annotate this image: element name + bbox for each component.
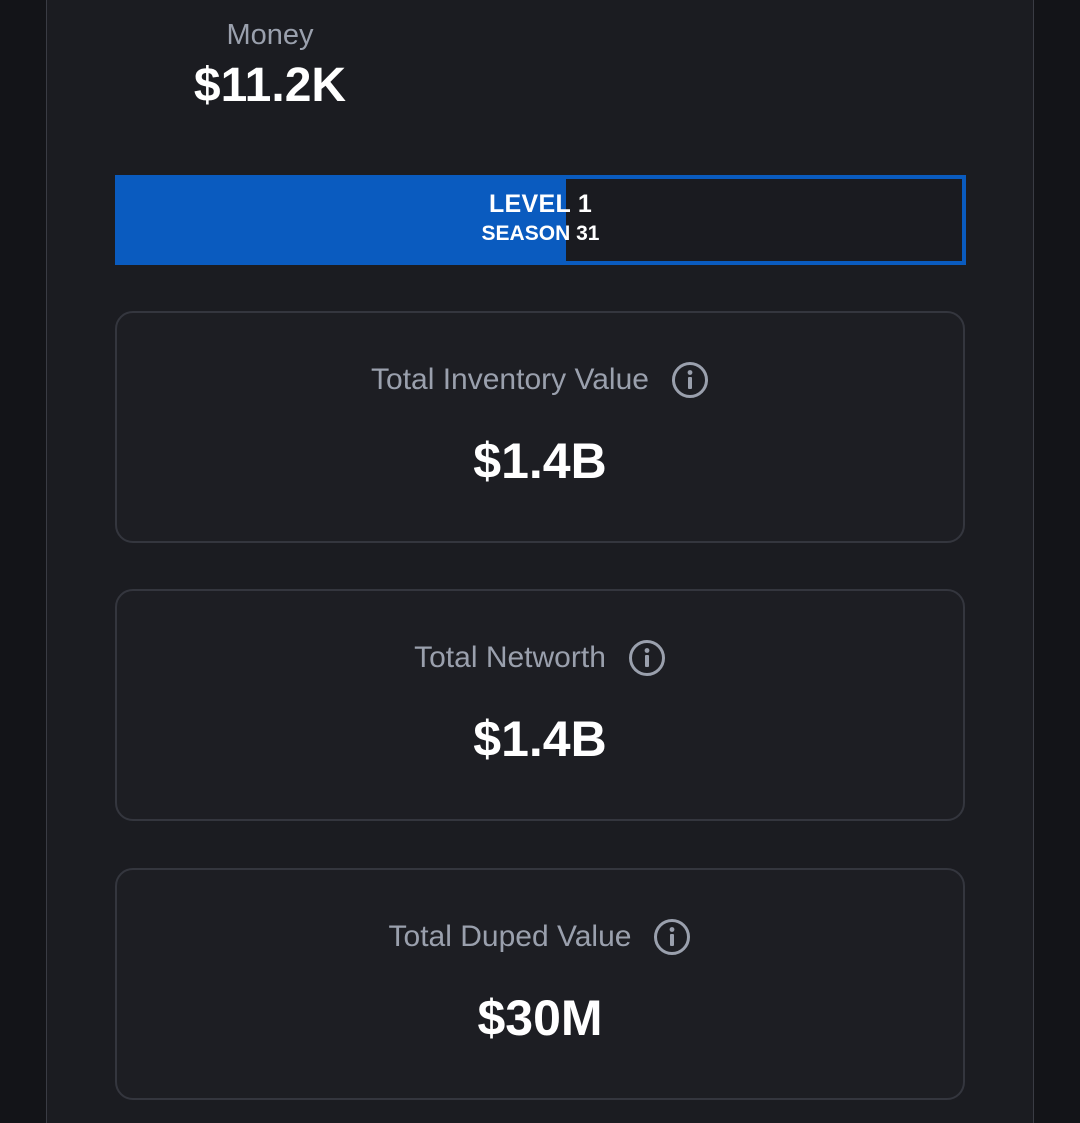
money-label: Money xyxy=(226,19,314,51)
info-icon[interactable] xyxy=(671,361,709,399)
networth-card: Total Networth $1.4B xyxy=(115,589,965,821)
stat-title: Total Duped Value xyxy=(388,920,632,953)
info-icon[interactable] xyxy=(653,918,691,956)
level-progress-bar: LEVEL 1 SEASON 31 xyxy=(115,175,966,265)
info-icon[interactable] xyxy=(628,639,666,677)
stat-title-row: Total Inventory Value xyxy=(117,361,963,399)
page: Money $11.2K LEVEL 1 SEASON 31 Total Inv… xyxy=(0,0,1080,1123)
stat-title: Total Networth xyxy=(414,641,606,674)
money-stat: Money $11.2K xyxy=(170,16,370,116)
stat-title-row: Total Networth xyxy=(117,639,963,677)
stat-value: $30M xyxy=(477,990,603,1046)
stat-title-row: Total Duped Value xyxy=(117,918,963,956)
inventory-value-card: Total Inventory Value $1.4B xyxy=(115,311,965,543)
level-label: LEVEL 1 xyxy=(488,190,593,218)
stat-value: $1.4B xyxy=(473,433,607,489)
level-info: LEVEL 1 SEASON 31 xyxy=(119,189,962,249)
money-value: $11.2K xyxy=(193,59,347,112)
stat-value: $1.4B xyxy=(473,711,607,767)
season-label: SEASON 31 xyxy=(481,222,600,245)
stat-title: Total Inventory Value xyxy=(371,363,649,396)
duped-value-card: Total Duped Value $30M xyxy=(115,868,965,1100)
